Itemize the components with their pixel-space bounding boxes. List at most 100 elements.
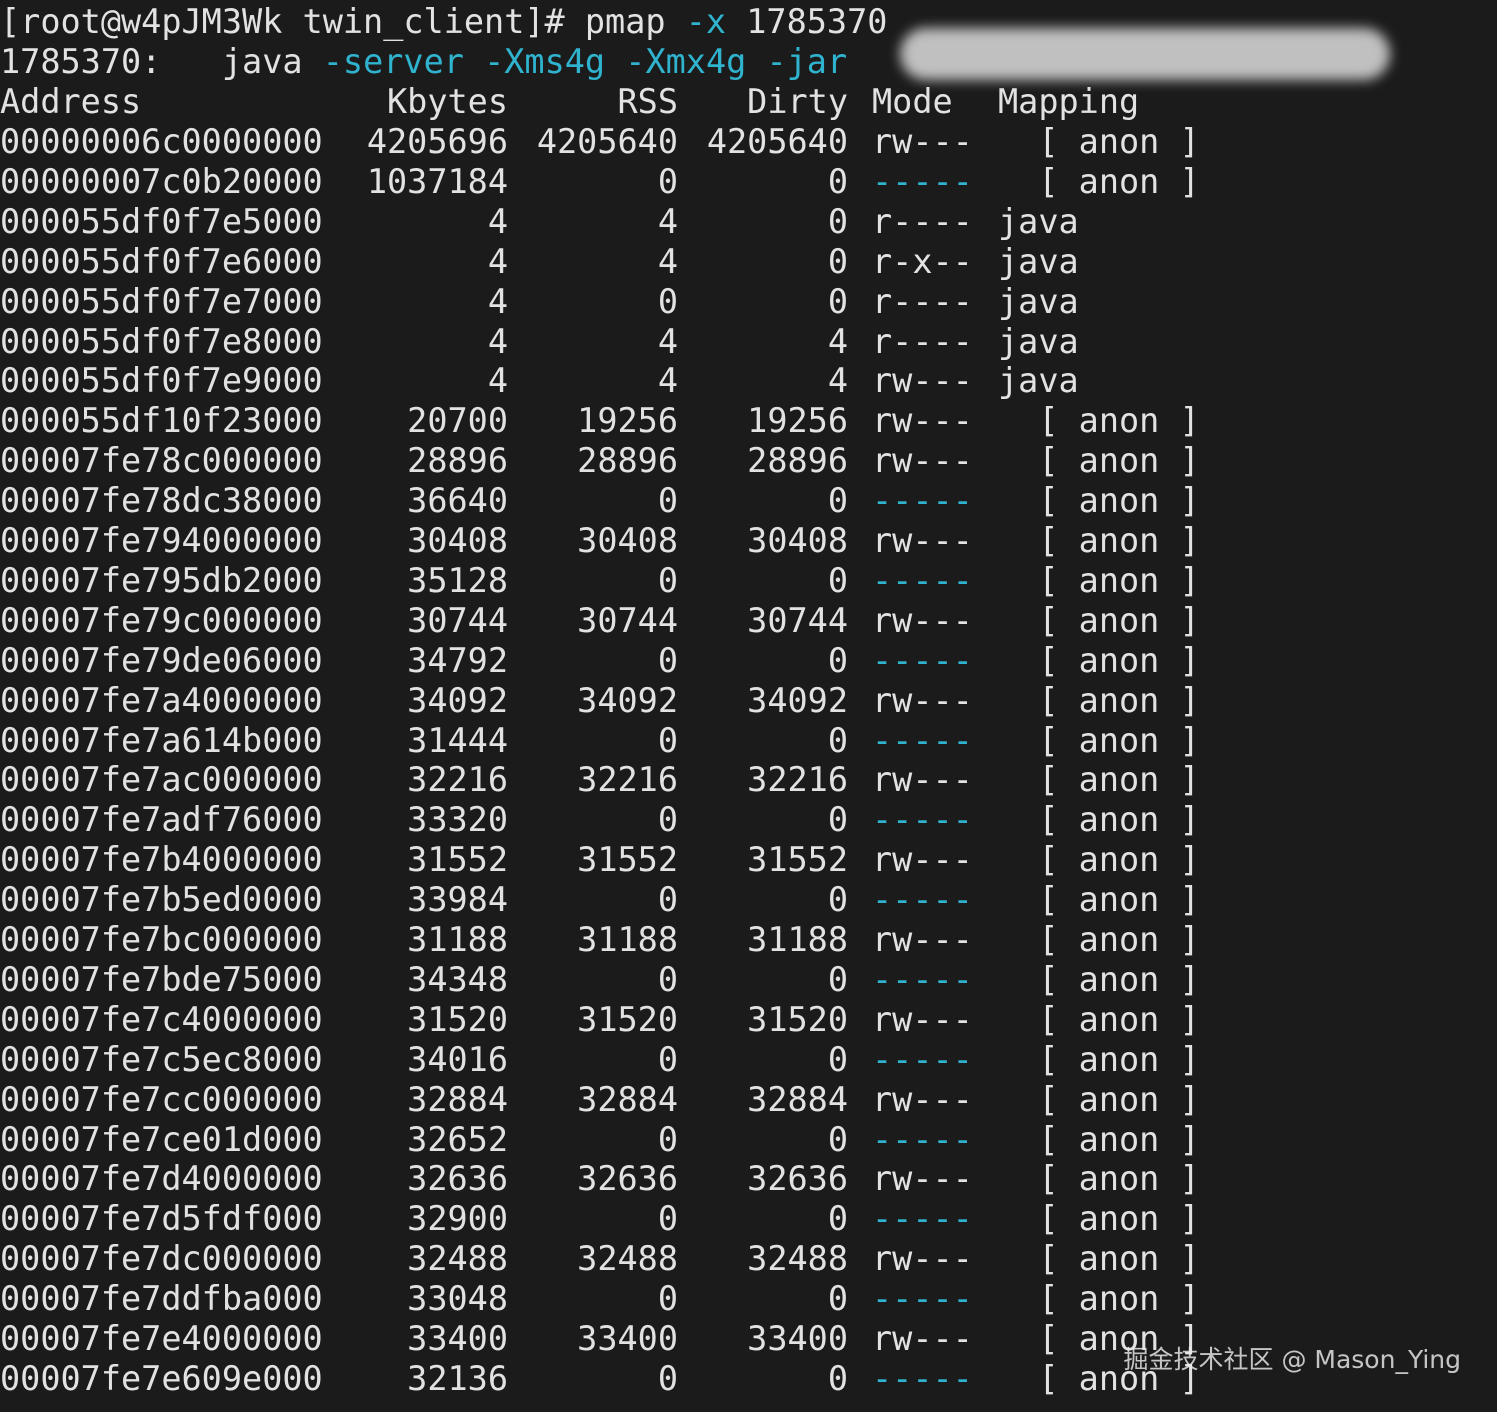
table-row: 00000007c0b20000 1037184 0 0 ----- [ anon ] [0,162,1497,202]
row-kbytes: 4205696 [366,122,508,161]
row-mode: rw--- [872,920,973,959]
row-address: 00007fe7ac000000 [0,760,323,800]
row-mode: r---- [872,281,973,321]
row-rss: 0 [657,1279,678,1319]
row-mode: r---- [872,201,973,241]
row-kbytes: 4 [487,201,508,241]
row-mapping: [ anon ] [998,1279,1200,1319]
row-mode: ----- [872,560,973,600]
row-mode: ----- [872,1199,973,1239]
row-dirty: 19256 [747,401,848,441]
row-dirty: 33400 [747,1319,848,1358]
row-mapping: java [998,241,1079,281]
prompt-text: [root@w4pJM3Wk twin_client]# pmap [0,2,686,41]
command-arg: -server [322,42,464,81]
header-mapping: Mapping [998,82,1140,121]
row-address: 00007fe79c000000 [0,600,323,640]
table-row: 000055df0f7e9000 4 4 4 rw--- java [0,361,1497,401]
header-dirty: Dirty [747,82,848,121]
row-dirty: 0 [827,281,848,321]
row-kbytes: 4 [487,241,508,281]
row-kbytes: 31552 [407,840,508,880]
row-rss: 31552 [577,840,678,880]
row-kbytes: 32652 [407,1119,508,1159]
row-mapping: [ anon ] [998,920,1200,959]
row-dirty: 31552 [747,840,848,880]
row-mapping: [ anon ] [998,800,1200,840]
row-rss: 4 [657,361,678,401]
row-dirty: 0 [827,201,848,241]
row-rss: 0 [657,720,678,760]
watermark: 掘金技术社区 @ Mason_Ying [1123,1345,1462,1374]
row-rss: 32884 [577,1079,678,1119]
row-mode: rw--- [872,401,973,441]
command-program: java [221,42,303,81]
row-rss: 4 [657,241,678,281]
row-mapping: [ anon ] [998,1039,1200,1079]
row-mapping: [ anon ] [998,441,1200,481]
row-dirty: 32488 [747,1239,848,1279]
row-dirty: 4 [827,321,848,361]
row-mapping: java [998,361,1079,401]
row-dirty: 31188 [747,920,848,959]
row-kbytes: 32884 [407,1079,508,1119]
row-mapping: [ anon ] [998,481,1200,521]
row-rss: 0 [657,281,678,321]
row-mode: rw--- [872,122,973,161]
row-rss: 0 [657,1119,678,1159]
row-address: 00007fe795db2000 [0,560,323,600]
row-rss: 33400 [577,1319,678,1358]
table-row: 00007fe78c000000 28896 28896 28896 rw--- [ a… [0,441,1497,481]
row-mode: r-x-- [872,241,973,281]
row-rss: 4 [657,321,678,361]
command-arg: -jar [766,42,848,81]
row-kbytes: 33048 [407,1279,508,1319]
row-dirty: 0 [827,640,848,680]
row-dirty: 0 [827,161,848,201]
row-kbytes: 4 [487,281,508,321]
row-mode: ----- [872,880,973,920]
table-row: 000055df0f7e8000 4 4 4 r---- java [0,322,1497,362]
row-address: 00007fe7b5ed0000 [0,880,323,920]
row-address: 000055df0f7e5000 [0,201,323,241]
table-row: 00007fe7ac000000 32216 32216 32216 rw--- [ a… [0,760,1497,800]
prompt-pid: 1785370 [726,2,888,41]
row-mode: r---- [872,321,973,361]
terminal-window[interactable]: [root@w4pJM3Wk twin_client]# pmap -x 178… [0,0,1497,1412]
row-mapping: [ anon ] [998,1239,1200,1279]
row-address: 00007fe7ce01d000 [0,1119,323,1159]
row-address: 00007fe79de06000 [0,640,323,680]
row-mapping: [ anon ] [998,560,1200,600]
header-kbytes: Kbytes [386,82,508,121]
row-mapping: [ anon ] [998,1159,1200,1199]
row-address: 00007fe7a614b000 [0,720,323,760]
row-rss: 4205640 [536,122,678,161]
row-dirty: 0 [827,1279,848,1319]
row-dirty: 34092 [747,680,848,720]
row-mapping: [ anon ] [998,999,1200,1039]
row-dirty: 32636 [747,1159,848,1199]
row-dirty: 4205640 [706,122,848,161]
row-mode: rw--- [872,1319,973,1358]
row-rss: 34092 [577,680,678,720]
row-mode: ----- [872,959,973,999]
row-kbytes: 20700 [407,401,508,441]
row-rss: 30744 [577,600,678,640]
row-address: 00007fe78dc38000 [0,481,323,521]
row-mapping: [ anon ] [998,760,1200,800]
row-mapping: java [998,321,1079,361]
row-rss: 0 [657,560,678,600]
row-rss: 0 [657,959,678,999]
table-row: 00007fe7bc000000 31188 31188 31188 rw--- [ a… [0,920,1497,960]
row-mode: rw--- [872,999,973,1039]
row-kbytes: 32488 [407,1239,508,1279]
header-rss: RSS [617,82,678,121]
row-dirty: 0 [827,800,848,840]
row-dirty: 0 [827,1119,848,1159]
command-line: 1785370: java -server -Xms4g -Xmx4g -jar [0,42,847,82]
table-row: 000055df0f7e5000 4 4 0 r---- java [0,202,1497,242]
row-mode: rw--- [872,760,973,800]
table-row: 00007fe7adf76000 33320 0 0 ----- [ anon ] [0,800,1497,840]
row-kbytes: 33984 [407,880,508,920]
row-rss: 32488 [577,1239,678,1279]
